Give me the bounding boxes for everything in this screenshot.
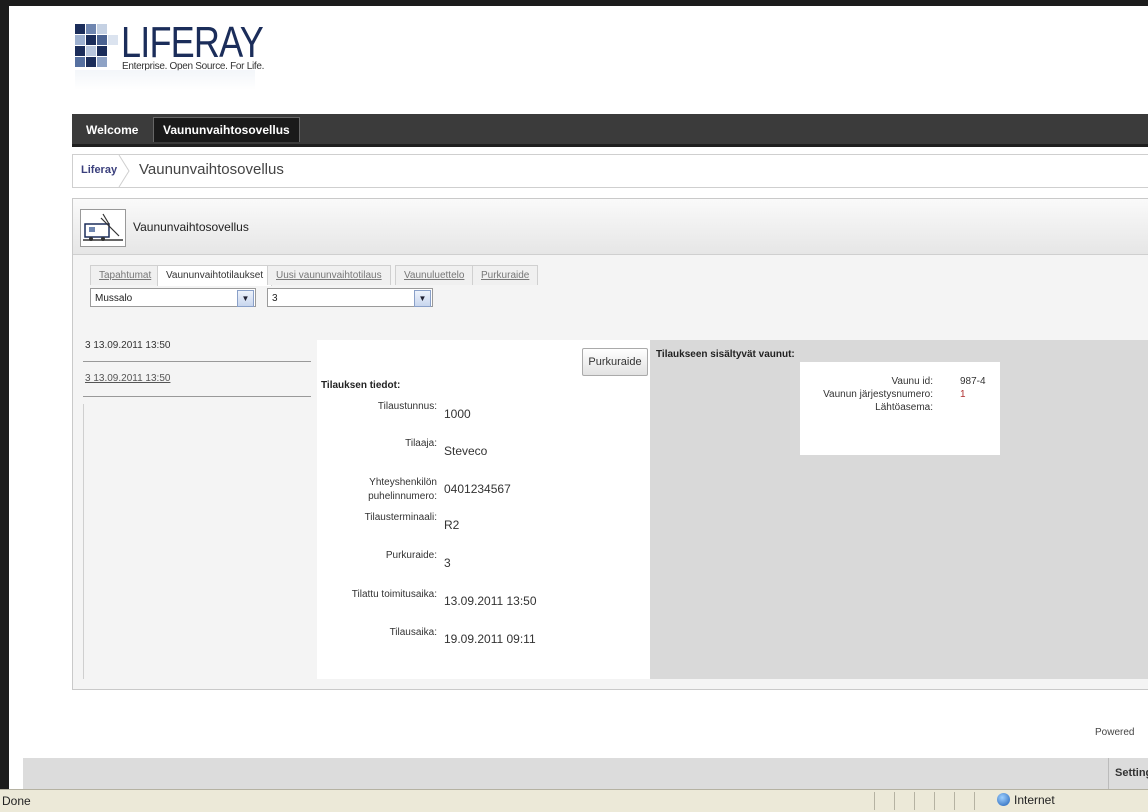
order-list: 3 13.09.2011 13:50 3 13.09.2011 13:50 [83,334,311,679]
chevron-down-icon[interactable]: ▼ [414,290,431,307]
tab-vaununvaihtotilaukset[interactable]: Vaununvaihtotilaukset [157,265,273,286]
portlet-header: Vaununvaihtosovellus [73,199,1148,255]
status-divider [974,792,975,810]
status-divider [894,792,895,810]
logo-grid-icon [75,24,119,68]
breadcrumb-current: Vaununvaihtosovellus [139,161,284,178]
status-divider [874,792,875,810]
wagon-id-value: 987-4 [960,376,986,387]
breadcrumb-root-link[interactable]: Liferay [81,164,117,176]
status-text: Done [2,794,31,808]
settings-button[interactable]: Settings [1108,758,1148,789]
order-details-panel: Purkuraide Tilauksen tiedot: Tilaustunnu… [317,340,650,679]
station-select-value: Mussalo [95,293,133,304]
field-label: Yhteyshenkilön [369,477,437,488]
logo-reflection [75,70,255,90]
list-item[interactable]: 3 13.09.2011 13:50 [83,340,313,351]
purkuraide-button[interactable]: Purkuraide [582,348,648,376]
list-divider [83,396,311,397]
breadcrumb-separator-icon [118,155,130,187]
track-value: 3 [444,556,451,570]
field-label: puhelinnumero: [368,491,437,502]
train-icon [80,209,126,247]
globe-icon [997,793,1010,806]
wagons-heading: Tilaukseen sisältyvät vaunut: [656,349,795,360]
liferay-logo[interactable]: LIFERAY Enterprise. Open Source. For Lif… [75,18,275,104]
field-label: Purkuraide: [385,550,437,561]
customer-value: Steveco [444,444,488,458]
order-id-value: 1000 [444,407,471,421]
window-frame-left [0,0,9,789]
field-label: Tilaaja: [405,438,437,449]
terminal-value: R2 [444,518,460,532]
powered-by-text: Powered [1095,727,1135,738]
status-divider [954,792,955,810]
nav-item-welcome[interactable]: Welcome [77,118,147,142]
status-divider [934,792,935,810]
phone-value: 0401234567 [444,482,511,496]
portlet: Vaununvaihtosovellus Tapahtumat Vaununva… [72,198,1148,690]
details-heading: Tilauksen tiedot: [321,380,401,391]
tab-tapahtumat[interactable]: Tapahtumat [90,265,161,285]
wagon-order-value: 1 [960,389,966,400]
wagon-field-label: Vaunu id: [891,376,933,387]
list-divider [83,361,311,362]
list-item[interactable]: 3 13.09.2011 13:50 [83,373,313,384]
tab-uusi-vaununvaihtotilaus[interactable]: Uusi vaununvaihtotilaus [267,265,391,285]
field-label: Tilausaika: [389,627,437,638]
field-label: Tilattu toimitusaika: [351,589,437,600]
station-select[interactable]: Mussalo ▼ [90,288,256,307]
track-select[interactable]: 3 ▼ [267,288,433,307]
status-divider [914,792,915,810]
breadcrumb: Liferay Vaununvaihtosovellus [72,154,1148,188]
order-time-value: 19.09.2011 09:11 [444,632,536,646]
field-label: Tilaustunnus: [377,401,437,412]
browser-status-bar: Done Internet [0,789,1148,812]
wagon-field-label: Lähtöasema: [875,402,933,413]
wagons-panel: Tilaukseen sisältyvät vaunut: Vaunu id: … [650,340,1148,679]
wagon-card: Vaunu id: 987-4 Vaunun järjestysnumero: … [800,362,1000,455]
track-select-value: 3 [272,293,278,304]
main-navigation: Welcome Vaununvaihtosovellus [72,114,1148,147]
portlet-title: Vaununvaihtosovellus [133,220,249,234]
wagon-field-label: Vaunun järjestysnumero: [823,389,933,400]
chevron-down-icon[interactable]: ▼ [237,290,254,307]
nav-item-vaununvaihtosovellus[interactable]: Vaununvaihtosovellus [153,117,300,142]
dock-bar: Settings [23,758,1148,789]
page: LIFERAY Enterprise. Open Source. For Lif… [9,6,1148,789]
security-zone: Internet [997,793,1055,807]
list-divider-vertical [83,404,84,679]
tab-vaunuluettelo[interactable]: Vaunuluettelo [395,265,474,285]
delivery-time-value: 13.09.2011 13:50 [444,594,537,608]
zone-label: Internet [1014,793,1055,807]
field-label: Tilausterminaali: [364,512,437,523]
tab-purkuraide[interactable]: Purkuraide [472,265,539,285]
